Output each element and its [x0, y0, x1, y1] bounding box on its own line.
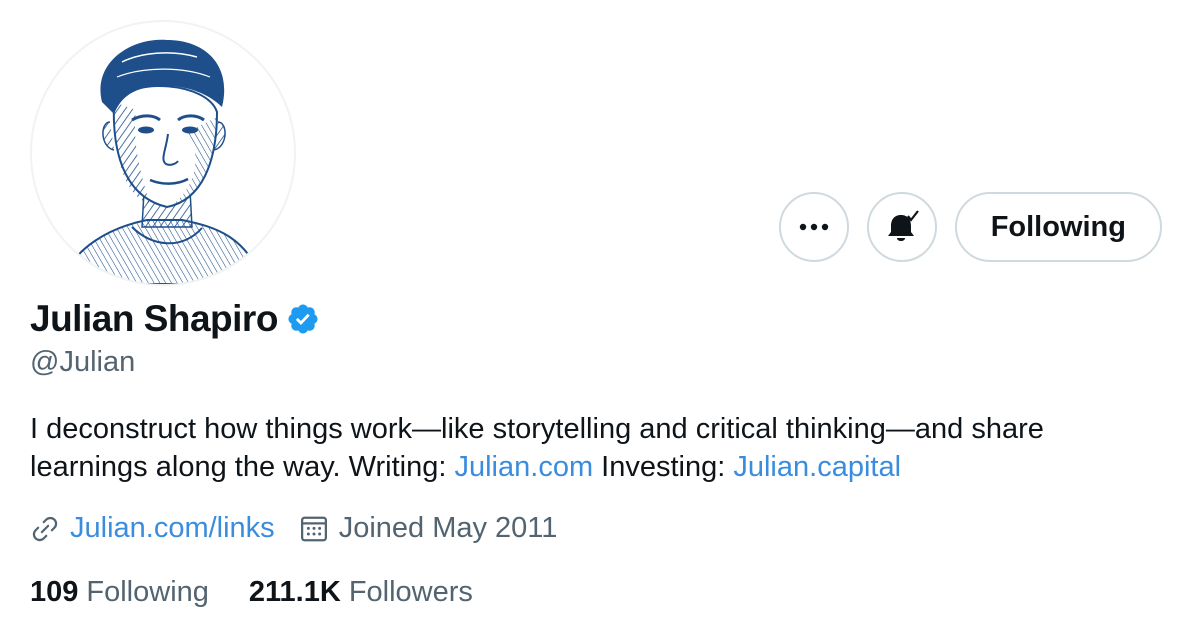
more-dots-icon [799, 223, 828, 231]
user-handle: @Julian [30, 346, 136, 378]
follow-stats: 109 Following 211.1K Followers [30, 576, 513, 609]
followers-label: Followers [348, 576, 473, 608]
notifications-button[interactable] [866, 192, 937, 262]
bio-text: Investing: [593, 451, 734, 483]
following-count: 109 [30, 576, 79, 608]
bio-link-investing[interactable]: Julian.capital [733, 451, 901, 483]
following-button[interactable]: Following [954, 192, 1162, 262]
verified-badge-icon[interactable] [286, 302, 320, 336]
bell-check-icon [887, 210, 919, 241]
followers-count: 211.1K [248, 576, 341, 608]
joined-item: Joined May 2011 [299, 512, 558, 545]
website-item: Julian.com/links [30, 512, 275, 545]
profile-actions: Following [778, 192, 1162, 262]
name-row: Julian Shapiro [30, 298, 320, 340]
followers-stat[interactable]: 211.1K Followers [249, 576, 473, 609]
calendar-icon [300, 516, 327, 541]
display-name: Julian Shapiro [30, 298, 278, 339]
joined-date: Joined May 2011 [338, 512, 558, 544]
bio: I deconstruct how things work—like story… [30, 410, 1160, 486]
website-link[interactable]: Julian.com/links [70, 512, 275, 545]
link-icon [32, 516, 58, 541]
profile-page: Following Julian Shapiro @Julian I decon… [0, 0, 1192, 630]
avatar-sketch-image [60, 39, 266, 284]
profile-meta: Julian.com/links Joined May 2011 [30, 512, 581, 545]
more-button[interactable] [778, 192, 849, 262]
following-label: Following [86, 576, 209, 608]
avatar[interactable] [30, 20, 296, 286]
bio-link-writing[interactable]: Julian.com [454, 451, 593, 483]
following-stat[interactable]: 109 Following [30, 576, 209, 609]
